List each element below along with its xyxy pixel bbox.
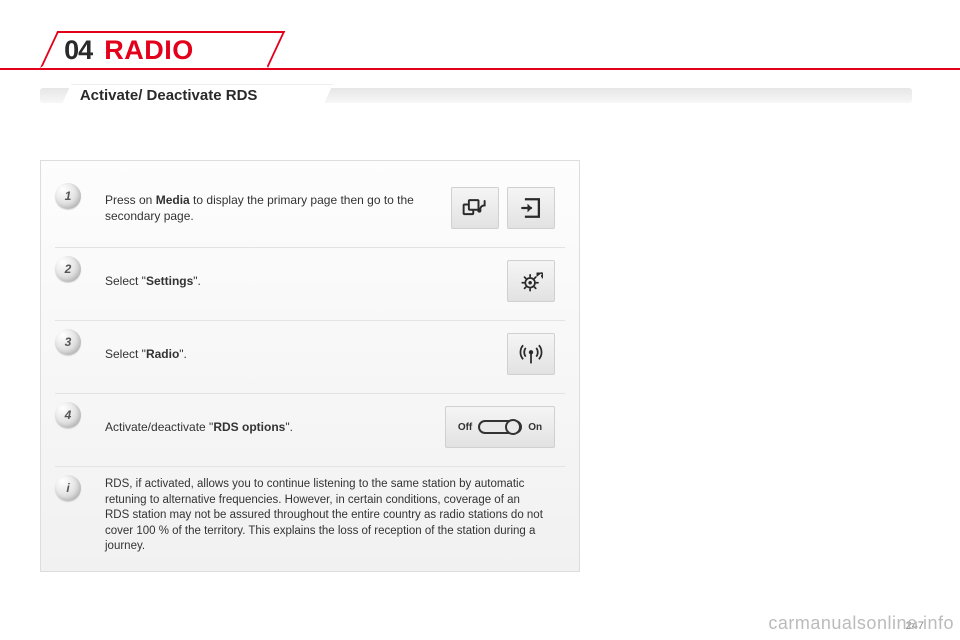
section-heading-row: Activate/ Deactivate RDS	[0, 88, 960, 120]
chapter-tab: 04 RADIO	[40, 31, 285, 68]
toggle-off-label: Off	[458, 422, 472, 433]
chapter-title: RADIO	[104, 35, 194, 66]
section-title: Activate/ Deactivate RDS	[80, 87, 258, 104]
watermark: carmanualsonline.info	[768, 613, 954, 634]
toggle-knob	[505, 419, 521, 435]
step-text: Activate/deactivate "RDS options".	[105, 419, 431, 435]
instruction-card: 1 Press on Media to display the primary …	[40, 160, 580, 572]
info-badge: i	[55, 475, 81, 501]
step-icons	[451, 187, 555, 229]
info-text: RDS, if activated, allows you to continu…	[105, 477, 555, 555]
step-text-pre: Select "	[105, 274, 146, 288]
step-text: Select "Radio".	[105, 346, 493, 362]
section-tab: Activate/ Deactivate RDS	[60, 84, 333, 108]
toggle-track	[478, 420, 522, 434]
rds-toggle: Off On	[445, 406, 555, 448]
step-text-pre: Select "	[105, 347, 146, 361]
manual-page: 04 RADIO Activate/ Deactivate RDS 1 Pres…	[0, 0, 960, 572]
step-1: 1 Press on Media to display the primary …	[55, 175, 565, 248]
step-text-post: ".	[179, 347, 187, 361]
step-text-bold: RDS options	[213, 420, 285, 434]
info-note: i RDS, if activated, allows you to conti…	[55, 467, 565, 559]
media-icon	[451, 187, 499, 229]
header-rule	[0, 68, 960, 70]
settings-icon	[507, 260, 555, 302]
step-badge: 1	[55, 183, 81, 209]
step-text-bold: Media	[156, 193, 190, 207]
step-icons	[507, 260, 555, 302]
step-2: 2 Select "Settings".	[55, 248, 565, 321]
step-3: 3 Select "Radio".	[55, 321, 565, 394]
step-text-post: ".	[285, 420, 293, 434]
step-text-pre: Press on	[105, 193, 156, 207]
step-badge: 2	[55, 256, 81, 282]
step-badge: 3	[55, 329, 81, 355]
step-text: Press on Media to display the primary pa…	[105, 192, 437, 224]
step-badge: 4	[55, 402, 81, 428]
step-icons	[507, 333, 555, 375]
step-text: Select "Settings".	[105, 273, 493, 289]
toggle-on-label: On	[528, 422, 542, 433]
step-text-pre: Activate/deactivate "	[105, 420, 213, 434]
chapter-header: 04 RADIO	[0, 20, 960, 80]
step-text-post: ".	[193, 274, 201, 288]
step-text-bold: Settings	[146, 274, 193, 288]
secondary-page-icon	[507, 187, 555, 229]
step-icons: Off On	[445, 406, 555, 448]
chapter-number: 04	[64, 35, 92, 66]
step-4: 4 Activate/deactivate "RDS options". Off…	[55, 394, 565, 467]
toggle-switch-graphic: Off On	[446, 420, 554, 434]
step-text-bold: Radio	[146, 347, 179, 361]
radio-antenna-icon	[507, 333, 555, 375]
